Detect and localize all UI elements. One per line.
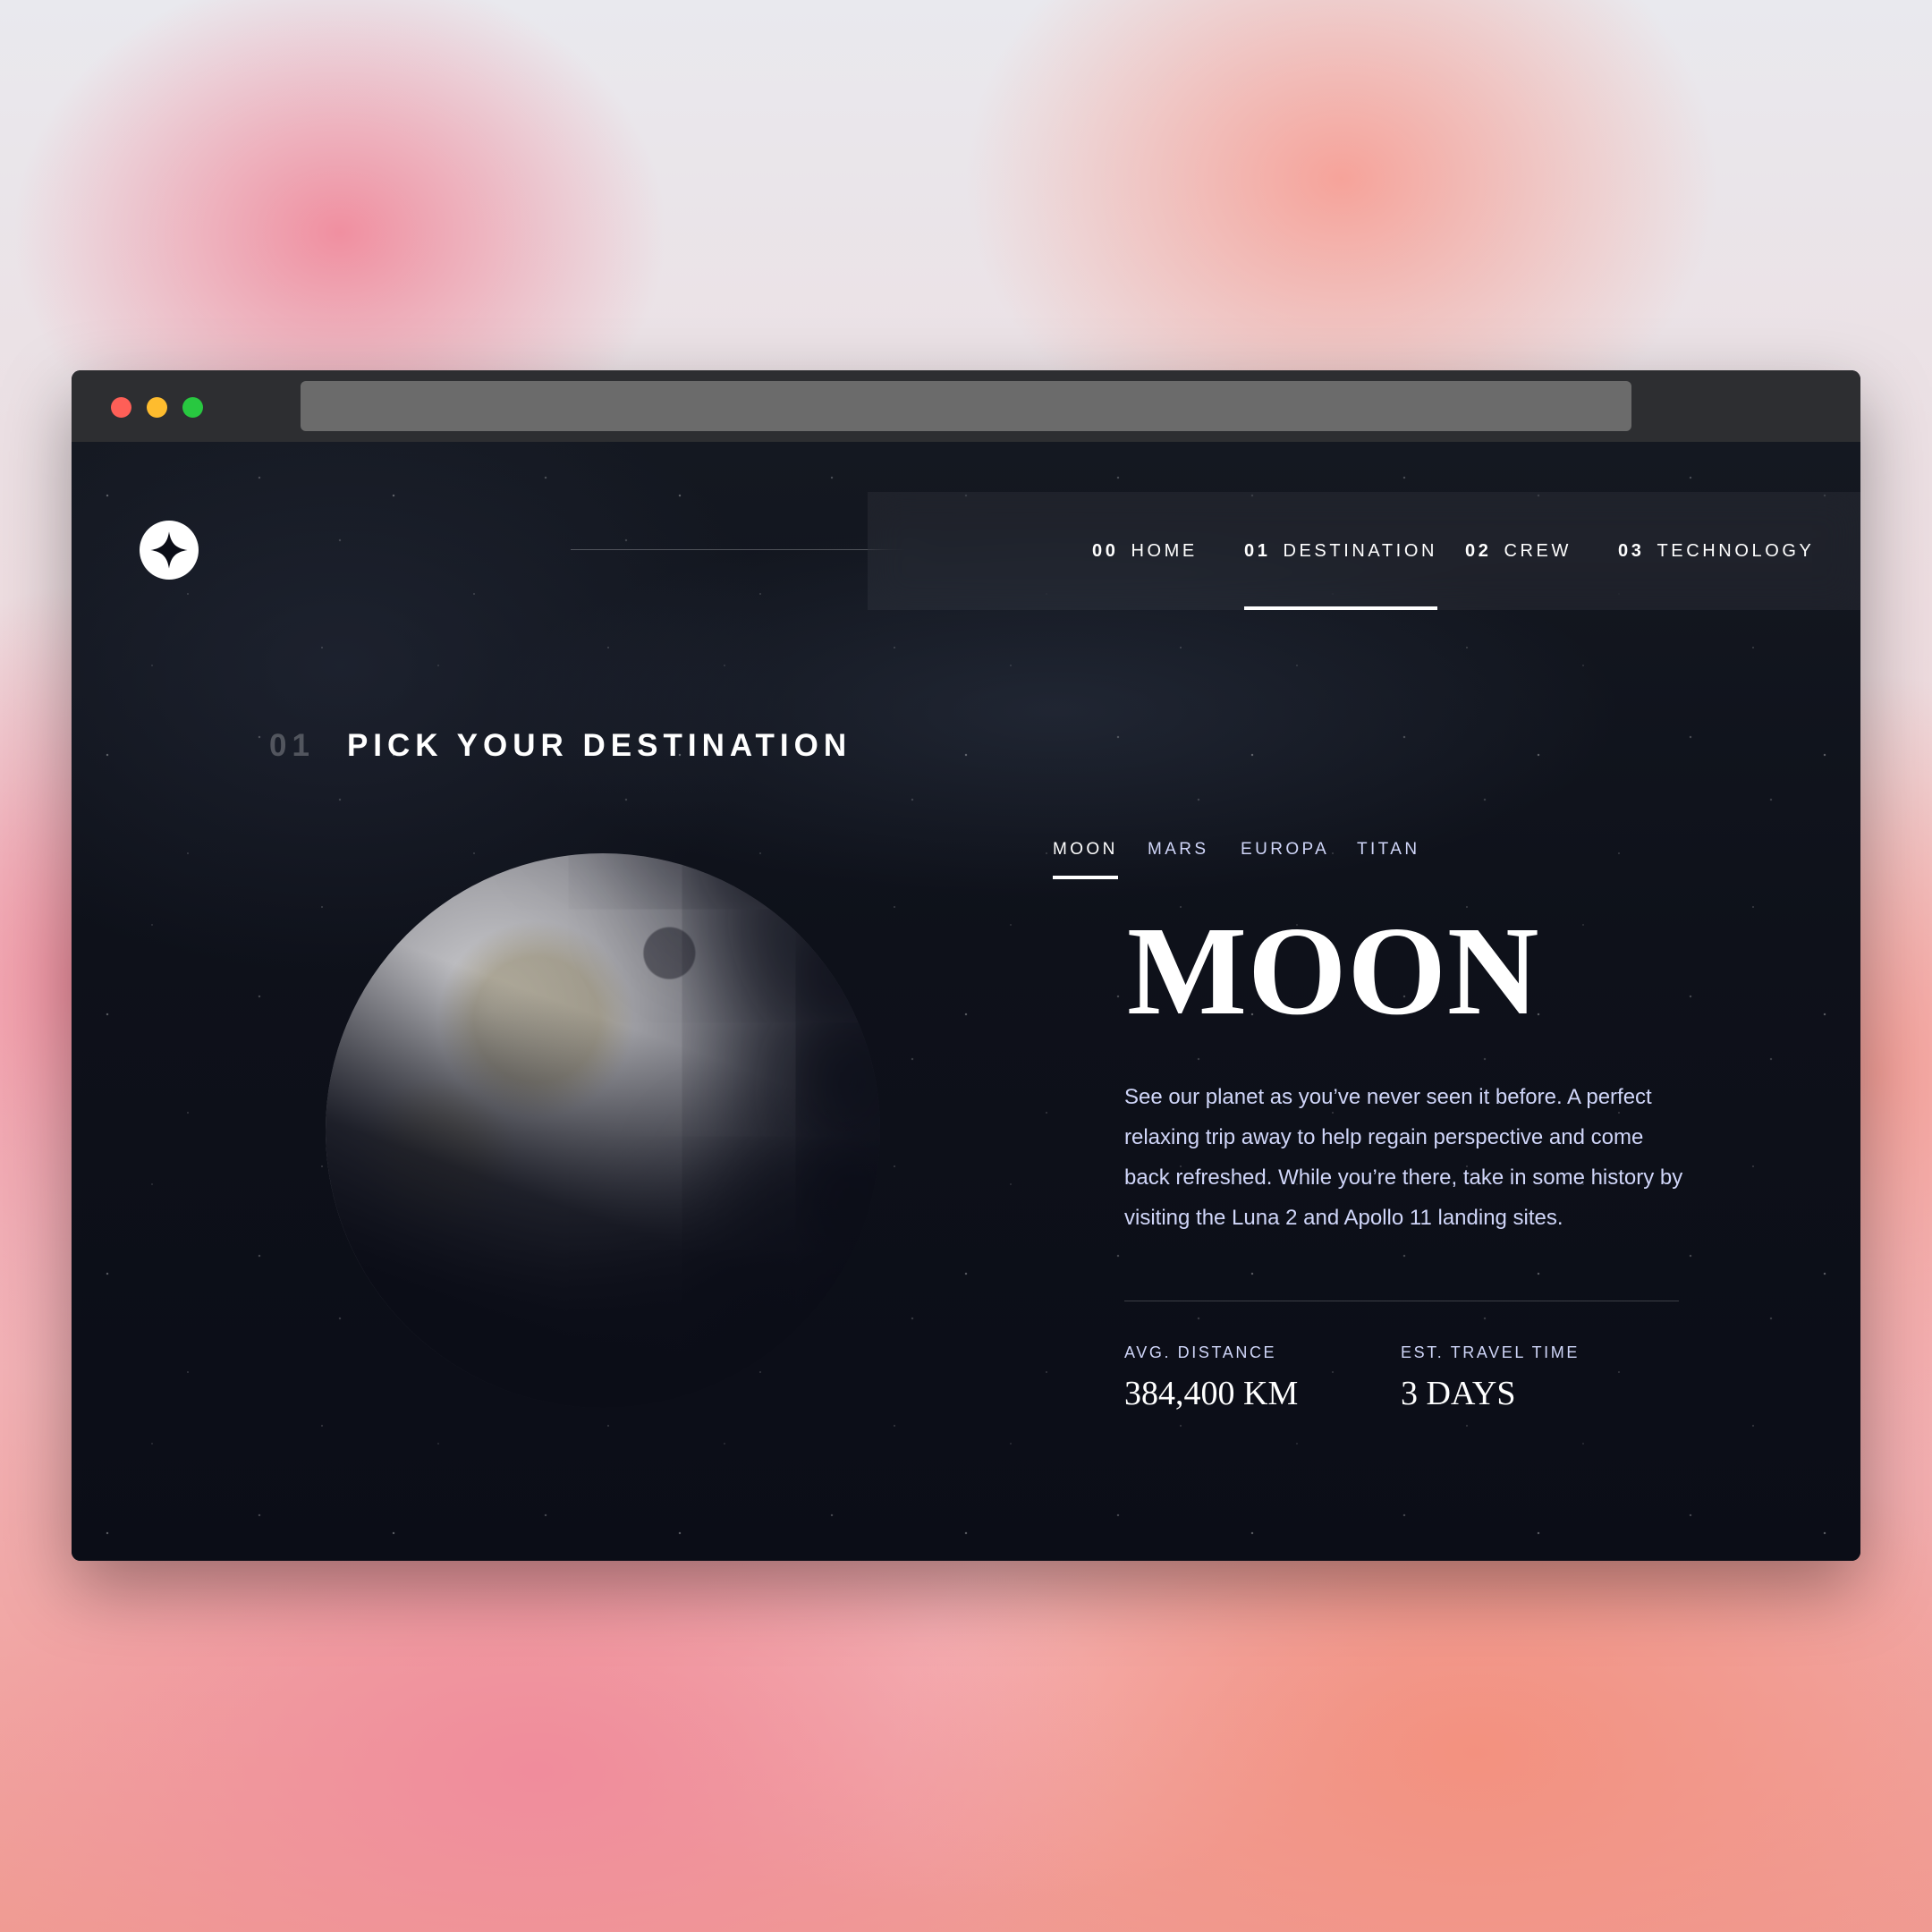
travel-time-label: EST. TRAVEL TIME [1401,1343,1580,1361]
tab-europa[interactable]: EUROPA [1241,840,1329,889]
nav-label: HOME [1131,540,1198,561]
moon-image-shadow [326,853,880,1408]
travel-time-value: 3 DAYS [1401,1375,1516,1412]
page-heading-text: PICK YOUR DESTINATION [346,728,852,763]
minimize-window-button[interactable] [147,397,167,418]
browser-chrome [72,370,1860,442]
tab-moon[interactable]: MOON [1053,840,1118,889]
page-heading-number: 01 [269,728,315,763]
nav-label: TECHNOLOGY [1657,540,1815,561]
nav-number: 01 [1244,540,1271,561]
nav-number: 00 [1092,540,1119,561]
destination-name: MOON [1127,900,1540,1041]
avg-distance-value: 384,400 KM [1124,1375,1299,1412]
nav-item-technology[interactable]: 03 TECHNOLOGY [1618,492,1814,610]
browser-window: 00 HOME 01 DESTINATION 02 CREW 03 TECHNO… [72,370,1860,1561]
nav-item-crew[interactable]: 02 CREW [1465,492,1572,610]
avg-distance-label: AVG. DISTANCE [1124,1343,1277,1361]
tab-mars[interactable]: MARS [1148,840,1209,889]
destination-description: See our planet as you’ve never seen it b… [1124,1085,1683,1230]
page-heading: 01 PICK YOUR DESTINATION [269,728,852,764]
four-point-star-icon[interactable] [140,521,199,580]
nav-item-home[interactable]: 00 HOME [1092,492,1198,610]
main-navigation: 00 HOME 01 DESTINATION 02 CREW 03 TECHNO… [868,492,1860,610]
close-window-button[interactable] [111,397,131,418]
nav-item-destination[interactable]: 01 DESTINATION [1244,492,1438,610]
tab-titan[interactable]: TITAN [1357,840,1419,889]
nav-number: 02 [1465,540,1492,561]
nav-label: DESTINATION [1283,540,1438,561]
nav-number: 03 [1618,540,1645,561]
destination-page: 00 HOME 01 DESTINATION 02 CREW 03 TECHNO… [72,442,1860,1561]
nav-label: CREW [1504,540,1572,561]
maximize-window-button[interactable] [182,397,203,418]
address-bar[interactable] [301,381,1631,431]
